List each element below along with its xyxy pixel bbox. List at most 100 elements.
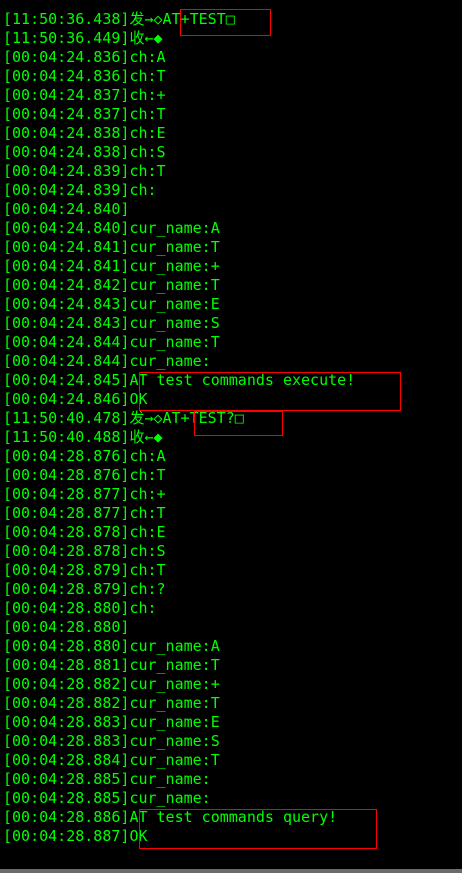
log-timestamp: [00:04:28.880]	[3, 599, 130, 617]
log-message: cur_name:	[129, 789, 211, 807]
log-timestamp: [00:04:24.841]	[3, 257, 130, 275]
log-message: OK	[129, 827, 148, 845]
window-bottom-edge	[0, 869, 462, 873]
log-timestamp: [11:50:40.488]	[3, 428, 130, 446]
log-line: [00:04:24.839]ch:T	[3, 162, 459, 181]
log-timestamp: [00:04:28.879]	[3, 561, 130, 579]
log-timestamp: [00:04:24.838]	[3, 124, 130, 142]
log-line: [00:04:24.845]AT test commands execute!	[3, 371, 459, 390]
log-line: [00:04:28.886]AT test commands query!	[3, 808, 459, 827]
log-line: [11:50:40.478]发→◇AT+TEST?□	[3, 409, 459, 428]
log-line: [00:04:28.876]ch:T	[3, 466, 459, 485]
log-message: ch:A	[129, 48, 166, 66]
log-timestamp: [00:04:28.882]	[3, 675, 130, 693]
log-timestamp: [00:04:28.883]	[3, 713, 130, 731]
log-timestamp: [00:04:28.877]	[3, 504, 130, 522]
log-line: [00:04:28.877]ch:T	[3, 504, 459, 523]
log-line: [00:04:24.843]cur_name:S	[3, 314, 459, 333]
log-timestamp: [00:04:24.843]	[3, 314, 130, 332]
log-message: cur_name:S	[129, 314, 220, 332]
log-line: [00:04:28.878]ch:E	[3, 523, 459, 542]
log-line: [00:04:28.882]cur_name:+	[3, 675, 459, 694]
log-line: [00:04:24.840]cur_name:A	[3, 219, 459, 238]
log-line: [00:04:28.887]OK	[3, 827, 459, 846]
log-line: [00:04:24.837]ch:T	[3, 105, 459, 124]
log-timestamp: [00:04:28.885]	[3, 770, 130, 788]
log-line: [00:04:28.885]cur_name:	[3, 789, 459, 808]
log-message: ch:T	[129, 105, 166, 123]
log-line: [00:04:28.877]ch:+	[3, 485, 459, 504]
log-timestamp: [11:50:36.438]	[3, 10, 130, 28]
log-message: ch:S	[129, 542, 166, 560]
log-line: [00:04:24.841]cur_name:+	[3, 257, 459, 276]
log-timestamp: [00:04:28.879]	[3, 580, 130, 598]
log-message: ch:T	[129, 466, 166, 484]
log-line: [00:04:24.842]cur_name:T	[3, 276, 459, 295]
log-message: cur_name:A	[129, 219, 220, 237]
log-message: ch:E	[129, 523, 166, 541]
log-timestamp: [00:04:24.845]	[3, 371, 130, 389]
log-line: [00:04:28.883]cur_name:E	[3, 713, 459, 732]
log-line: [00:04:24.844]cur_name:	[3, 352, 459, 371]
log-timestamp: [00:04:24.837]	[3, 105, 130, 123]
log-message: cur_name:	[129, 770, 211, 788]
log-timestamp: [00:04:24.846]	[3, 390, 130, 408]
log-timestamp: [00:04:24.842]	[3, 276, 130, 294]
log-line: [11:50:40.488]收←◆	[3, 428, 459, 447]
serial-log-output[interactable]: [11:50:36.438]发→◇AT+TEST□ [11:50:36.449]收…	[3, 10, 459, 846]
log-line: [00:04:28.884]cur_name:T	[3, 751, 459, 770]
log-timestamp: [00:04:24.839]	[3, 181, 130, 199]
log-timestamp: [00:04:28.876]	[3, 447, 130, 465]
log-timestamp: [00:04:28.887]	[3, 827, 130, 845]
log-timestamp: [00:04:28.880]	[3, 618, 130, 636]
log-message: AT test commands execute!	[129, 371, 356, 389]
log-message: 收←◆	[129, 29, 163, 47]
log-timestamp: [00:04:24.843]	[3, 295, 130, 313]
log-message: cur_name:T	[129, 751, 220, 769]
log-timestamp: [00:04:24.837]	[3, 86, 130, 104]
log-timestamp: [00:04:24.841]	[3, 238, 130, 256]
log-timestamp: [00:04:28.878]	[3, 523, 130, 541]
log-timestamp: [00:04:24.844]	[3, 352, 130, 370]
log-line: [00:04:24.836]ch:T	[3, 67, 459, 86]
log-timestamp: [11:50:36.449]	[3, 29, 130, 47]
log-timestamp: [00:04:28.877]	[3, 485, 130, 503]
log-line: [00:04:28.883]cur_name:S	[3, 732, 459, 751]
log-line: [00:04:24.841]cur_name:T	[3, 238, 459, 257]
log-timestamp: [00:04:28.876]	[3, 466, 130, 484]
log-timestamp: [00:04:28.880]	[3, 637, 130, 655]
log-timestamp: [00:04:24.844]	[3, 333, 130, 351]
log-message: cur_name:	[129, 352, 211, 370]
log-message: 发→◇AT+TEST□	[129, 10, 235, 28]
log-message: 收←◆	[129, 428, 163, 446]
log-message: cur_name:E	[129, 713, 220, 731]
log-message: cur_name:T	[129, 276, 220, 294]
log-message: ch:S	[129, 143, 166, 161]
log-message: ch:T	[129, 561, 166, 579]
log-line: [00:04:24.839]ch:	[3, 181, 459, 200]
log-line: [00:04:28.882]cur_name:T	[3, 694, 459, 713]
log-line: [00:04:28.881]cur_name:T	[3, 656, 459, 675]
log-timestamp: [00:04:24.840]	[3, 200, 130, 218]
log-line: [00:04:24.840]	[3, 200, 459, 219]
log-message: cur_name:+	[129, 675, 220, 693]
log-message: OK	[129, 390, 148, 408]
log-line: [00:04:28.879]ch:T	[3, 561, 459, 580]
log-timestamp: [00:04:28.885]	[3, 789, 130, 807]
log-message: cur_name:+	[129, 257, 220, 275]
log-line: [00:04:28.880]ch:	[3, 599, 459, 618]
log-line: [00:04:24.846]OK	[3, 390, 459, 409]
log-line: [00:04:28.879]ch:?	[3, 580, 459, 599]
log-message: ch:	[129, 599, 157, 617]
log-line: [00:04:24.843]cur_name:E	[3, 295, 459, 314]
log-timestamp: [00:04:28.886]	[3, 808, 130, 826]
log-message: ch:	[129, 181, 157, 199]
log-timestamp: [00:04:24.836]	[3, 48, 130, 66]
log-line: [11:50:36.438]发→◇AT+TEST□	[3, 10, 459, 29]
log-line: [00:04:28.880]cur_name:A	[3, 637, 459, 656]
log-timestamp: [00:04:24.838]	[3, 143, 130, 161]
log-timestamp: [00:04:28.881]	[3, 656, 130, 674]
log-line: [00:04:28.880]	[3, 618, 459, 637]
log-message: cur_name:E	[129, 295, 220, 313]
log-line: [00:04:28.885]cur_name:	[3, 770, 459, 789]
